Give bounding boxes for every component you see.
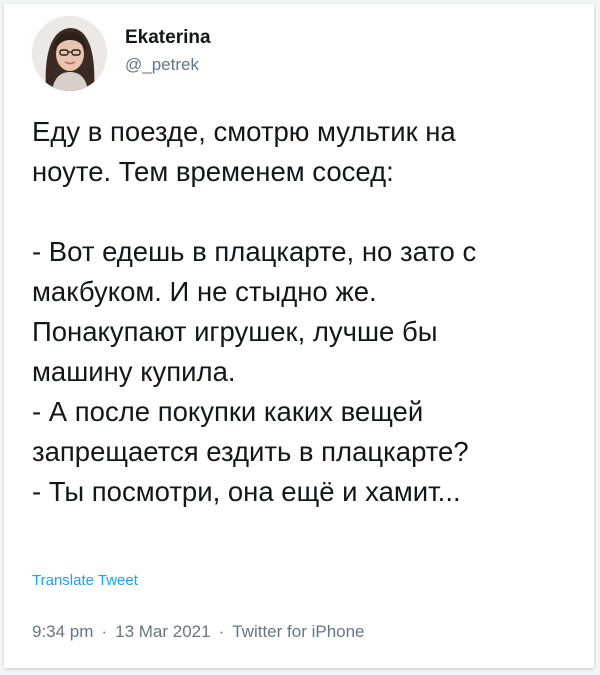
- tweet-line: Понакупают игрушек, лучше бы: [32, 316, 438, 347]
- avatar-photo-icon: [32, 16, 107, 91]
- tweet-date[interactable]: 13 Mar 2021: [115, 622, 210, 642]
- tweet-body: Еду в поезде, смотрю мультик на ноуте. Т…: [32, 112, 577, 512]
- tweet-line: - Ты посмотри, она ещё и хамит...: [32, 476, 461, 507]
- meta-separator: ·: [101, 622, 108, 641]
- tweet-time[interactable]: 9:34 pm: [32, 622, 93, 642]
- author-display-name[interactable]: Ekaterina: [125, 26, 211, 50]
- tweet-line: Еду в поезде, смотрю мультик на: [32, 116, 456, 147]
- author-handle[interactable]: @_petrek: [125, 54, 211, 76]
- tweet-line: запрещается ездить в плацкарте?: [32, 436, 469, 467]
- tweet-line: макбуком. И не стыдно же.: [32, 276, 377, 307]
- tweet-meta: 9:34 pm · 13 Mar 2021 · Twitter for iPhone: [32, 622, 365, 642]
- avatar[interactable]: [32, 16, 107, 91]
- tweet-line: - А после покупки каких вещей: [32, 396, 424, 427]
- translate-tweet-link[interactable]: Translate Tweet: [32, 572, 138, 589]
- meta-separator: ·: [218, 622, 225, 641]
- tweet-line: машину купила.: [32, 356, 236, 387]
- tweet-source[interactable]: Twitter for iPhone: [232, 622, 364, 642]
- tweet-line: - Вот едешь в плацкарте, но зато с: [32, 236, 477, 267]
- tweet-header: Ekaterina @_petrek: [32, 16, 211, 91]
- tweet-line: ноуте. Тем временем сосед:: [32, 156, 394, 187]
- tweet-card: Ekaterina @_petrek Еду в поезде, смотрю …: [4, 4, 594, 668]
- author-names: Ekaterina @_petrek: [125, 26, 211, 76]
